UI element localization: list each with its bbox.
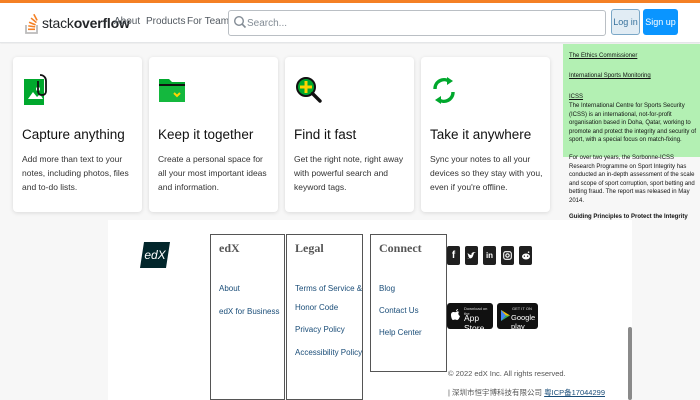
login-button[interactable]: Log in bbox=[611, 9, 640, 35]
footer-link-help[interactable]: Help Center bbox=[379, 328, 422, 337]
footer-link-edx-business[interactable]: edX for Business bbox=[219, 307, 279, 316]
edx-logo[interactable]: edX bbox=[140, 240, 172, 270]
ethics-commissioner-link[interactable]: The Ethics Commissioner bbox=[569, 52, 700, 61]
copyright-text: © 2022 edX Inc. All rights reserved. bbox=[448, 369, 566, 378]
footer-link-accessibility[interactable]: Accessibility Policy bbox=[295, 348, 362, 357]
footer-column-edx: edX About edX for Business bbox=[210, 234, 285, 400]
feature-card-keep: Keep it together Create a personal space… bbox=[149, 57, 278, 212]
sports-monitoring-link[interactable]: International Sports Monitoring bbox=[569, 72, 700, 81]
footer-link-blog[interactable]: Blog bbox=[379, 284, 395, 293]
card-title: Find it fast bbox=[294, 127, 357, 142]
google-play-label: Google play bbox=[511, 313, 536, 331]
footer-column-legal: Legal Terms of Service & Honor Code Priv… bbox=[286, 234, 363, 400]
icp-line: | 深圳市恒宇博科技有限公司 粤ICP备17044299 bbox=[448, 387, 605, 398]
twitter-bird-icon bbox=[467, 251, 476, 259]
reddit-alien-icon bbox=[521, 251, 530, 260]
google-play-icon bbox=[501, 310, 510, 321]
card-title: Capture anything bbox=[22, 127, 125, 142]
footer-link-contact[interactable]: Contact Us bbox=[379, 306, 419, 315]
icss-description: The International Centre for Sports Secu… bbox=[569, 103, 697, 144]
footer-link-privacy[interactable]: Privacy Policy bbox=[295, 325, 345, 334]
instagram-icon[interactable] bbox=[501, 246, 514, 265]
nav-products[interactable]: Products bbox=[146, 16, 185, 27]
search-box[interactable] bbox=[228, 10, 606, 36]
icp-company: | 深圳市恒宇博科技有限公司 bbox=[448, 388, 545, 397]
nav-for-teams[interactable]: For Teams bbox=[187, 16, 234, 27]
sync-icon bbox=[433, 77, 455, 104]
feature-card-capture: Capture anything Add more than text to y… bbox=[13, 57, 142, 212]
google-play-badge[interactable]: GET IT ON Google play bbox=[497, 303, 538, 331]
card-text: Create a personal space for all your mos… bbox=[158, 154, 267, 192]
footer-column-heading: Legal bbox=[295, 241, 324, 255]
card-title: Keep it together bbox=[158, 127, 254, 142]
folder-icon bbox=[159, 79, 185, 102]
footer-scrollbar[interactable] bbox=[628, 327, 632, 400]
icp-license-link[interactable]: 粤ICP备17044299 bbox=[544, 388, 605, 397]
edx-logo-text: edX bbox=[144, 248, 166, 262]
stack-glyph-icon bbox=[25, 13, 38, 34]
facebook-icon[interactable]: f bbox=[447, 246, 460, 265]
footer-column-connect: Connect Blog Contact Us Help Center bbox=[370, 234, 447, 372]
card-text: Get the right note, right away with powe… bbox=[294, 154, 404, 192]
search-icon bbox=[233, 15, 247, 29]
research-description: For over two years, the Sorbonne-ICSS Re… bbox=[569, 155, 695, 204]
reddit-icon[interactable] bbox=[519, 246, 532, 265]
footer-link-terms[interactable]: Terms of Service & bbox=[295, 284, 362, 293]
app-store-label: App Store bbox=[464, 313, 485, 333]
apple-icon bbox=[451, 309, 460, 320]
footer-column-heading: Connect bbox=[379, 241, 422, 255]
icss-heading[interactable]: ICSS bbox=[569, 93, 700, 102]
footer-link-honor-code[interactable]: Honor Code bbox=[295, 303, 338, 312]
feature-card-find: Find it fast Get the right note, right a… bbox=[285, 57, 414, 212]
footer-column-heading: edX bbox=[219, 241, 240, 255]
linkedin-icon[interactable]: in bbox=[483, 246, 496, 265]
footer-link-about[interactable]: About bbox=[219, 284, 240, 293]
twitter-icon[interactable] bbox=[465, 246, 478, 265]
google-play-small-text: GET IT ON bbox=[512, 306, 532, 311]
search-input[interactable] bbox=[247, 12, 597, 34]
card-text: Add more than text to your notes, includ… bbox=[22, 154, 129, 192]
nav-about[interactable]: About bbox=[114, 16, 140, 27]
signup-button[interactable]: Sign up bbox=[643, 9, 678, 35]
clip-icon bbox=[24, 74, 47, 105]
card-title: Take it anywhere bbox=[430, 127, 532, 142]
camera-icon bbox=[503, 251, 512, 260]
site-header: stackoverflow About Products For Teams bbox=[0, 3, 700, 43]
card-text: Sync your notes to all your devices so t… bbox=[430, 154, 543, 192]
app-store-badge[interactable]: Download on the App Store bbox=[447, 303, 493, 333]
feature-card-anywhere: Take it anywhere Sync your notes to all … bbox=[421, 57, 550, 212]
search-plus-icon bbox=[296, 77, 322, 103]
